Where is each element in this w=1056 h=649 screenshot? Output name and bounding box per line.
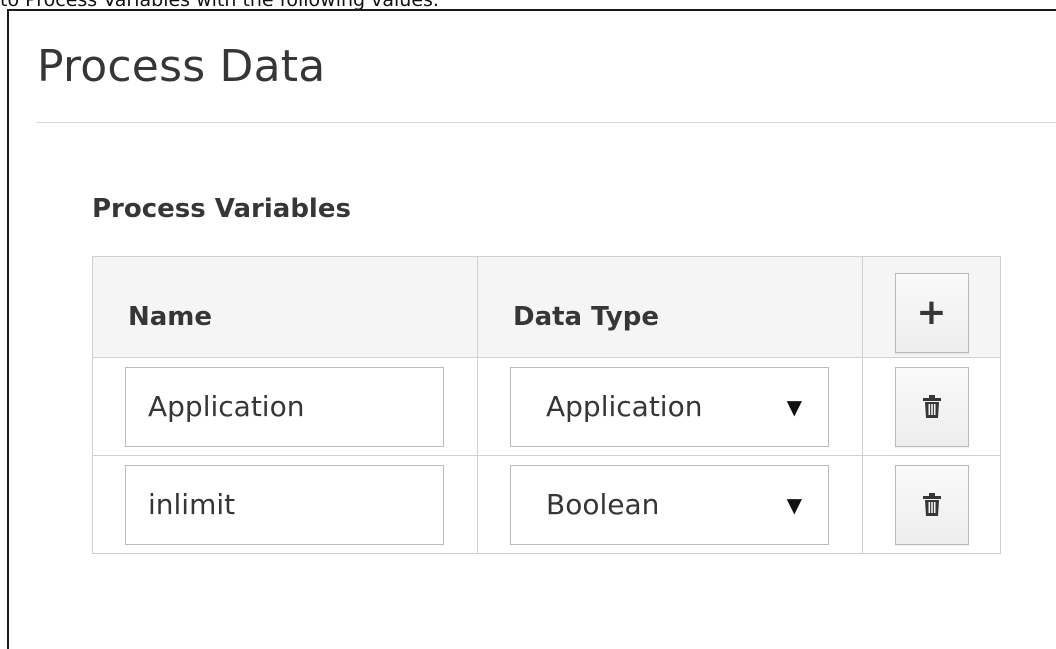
actions-cell — [862, 357, 1001, 456]
process-variables-table: Name Data Type + Application Application… — [92, 256, 1001, 554]
data-type-select[interactable]: Boolean ▼ — [510, 464, 829, 545]
title-divider — [36, 122, 1056, 123]
actions-cell — [862, 455, 1001, 554]
column-header-data-type: Data Type — [477, 256, 863, 358]
add-variable-button[interactable]: + — [894, 273, 969, 353]
data-type-cell: Application ▼ — [477, 357, 863, 456]
table-row: Application Application ▼ — [92, 357, 1001, 456]
name-cell: inlimit — [92, 455, 478, 554]
trash-icon — [922, 492, 942, 517]
table-header-row: Name Data Type + — [92, 256, 1001, 358]
delete-variable-button[interactable] — [894, 366, 969, 447]
data-type-value: Boolean — [546, 488, 660, 521]
variable-name-input[interactable]: Application — [125, 366, 444, 447]
data-type-select[interactable]: Application ▼ — [510, 366, 829, 447]
section-title: Process Variables — [92, 194, 351, 224]
data-type-cell: Boolean ▼ — [477, 455, 863, 554]
column-header-actions: + — [862, 256, 1001, 358]
data-type-value: Application — [546, 390, 703, 423]
name-cell: Application — [92, 357, 478, 456]
variable-name-input[interactable]: inlimit — [125, 464, 444, 545]
table-row: inlimit Boolean ▼ — [92, 455, 1001, 554]
panel-title: Process Data — [37, 41, 326, 92]
caret-down-icon: ▼ — [786, 394, 802, 419]
column-header-name: Name — [92, 256, 478, 358]
trash-icon — [922, 394, 942, 419]
caret-down-icon: ▼ — [786, 492, 802, 517]
delete-variable-button[interactable] — [894, 464, 969, 545]
plus-icon: + — [916, 292, 947, 333]
